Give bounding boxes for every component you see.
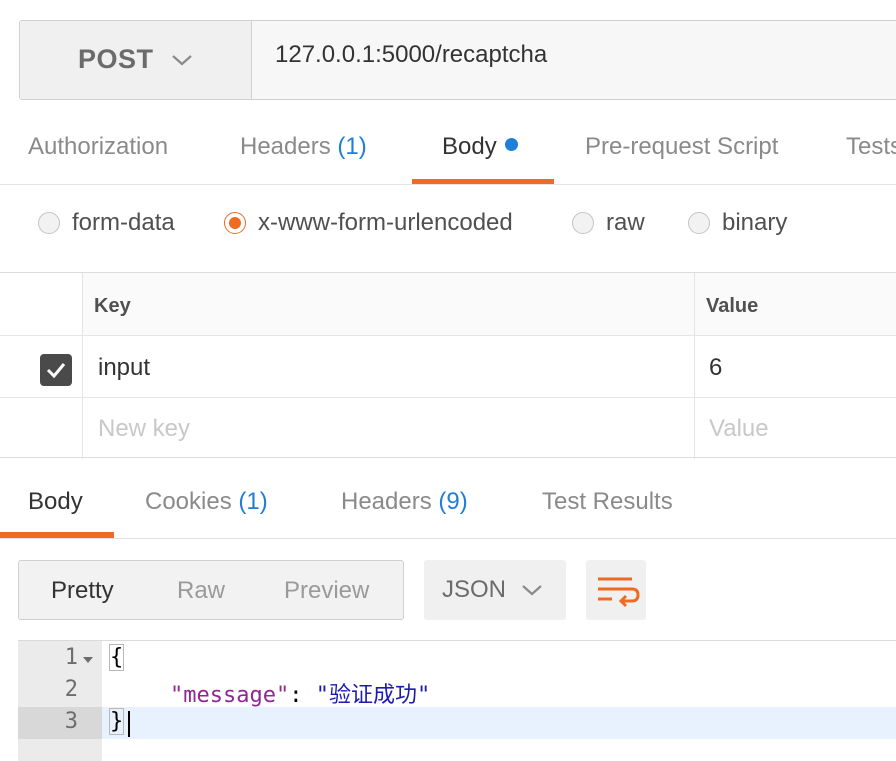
format-label: JSON	[442, 576, 507, 603]
radio-circle-icon	[38, 212, 60, 234]
response-tab-test-results[interactable]: Test Results	[542, 488, 673, 516]
format-select[interactable]: JSON	[424, 560, 566, 620]
tab-pre-request-script[interactable]: Pre-request Script	[585, 133, 778, 161]
response-body-editor[interactable]: 1 2 3 { "message": "验证成功" }	[18, 640, 896, 761]
brace-token: {	[108, 644, 125, 671]
radio-label: binary	[722, 209, 788, 236]
column-header-key: Key	[94, 295, 131, 317]
row-value-input[interactable]: 6	[709, 354, 722, 382]
tab-count-badge: (1)	[337, 133, 367, 160]
radio-binary[interactable]: binary	[688, 209, 787, 237]
radio-circle-icon	[572, 212, 594, 234]
view-preview-button[interactable]: Preview	[284, 577, 369, 605]
column-divider	[694, 273, 695, 459]
modified-dot-icon	[504, 138, 518, 151]
new-value-input[interactable]: Value	[709, 415, 769, 443]
method-label: POST	[78, 44, 154, 74]
tab-label: Pre-request Script	[585, 133, 779, 160]
wrap-lines-icon	[598, 577, 640, 608]
column-divider	[82, 273, 83, 459]
url-bar: POST 127.0.0.1:5000/recaptcha	[19, 20, 896, 100]
radio-label: form-data	[72, 209, 175, 236]
url-input[interactable]: 127.0.0.1:5000/recaptcha	[275, 41, 547, 69]
radio-form-data[interactable]: form-data	[38, 209, 175, 237]
row-enabled-checkbox[interactable]	[40, 354, 72, 386]
tab-tests[interactable]: Tests	[846, 133, 896, 161]
radio-x-www-form-urlencoded[interactable]: x-www-form-urlencoded	[224, 209, 513, 237]
json-string-value: "验证成功"	[315, 683, 431, 708]
view-mode-group: Pretty Raw Preview	[18, 560, 404, 620]
divider	[0, 538, 896, 539]
response-tab-body[interactable]: Body	[28, 488, 83, 516]
line-number: 2	[64, 677, 78, 702]
tab-label: Tests	[846, 133, 896, 160]
response-tab-headers[interactable]: Headers (9)	[341, 488, 468, 516]
tab-label: Authorization	[28, 133, 169, 160]
checkmark-icon	[46, 363, 66, 379]
radio-circle-icon	[688, 212, 710, 234]
tab-label: Cookies	[145, 488, 232, 515]
radio-selected-icon	[224, 212, 246, 234]
tab-headers[interactable]: Headers (1)	[240, 133, 367, 161]
method-select[interactable]: POST	[20, 21, 252, 99]
column-header-value: Value	[706, 295, 759, 317]
tab-count-badge: (9)	[438, 488, 468, 515]
tab-label: Headers	[240, 133, 331, 160]
json-line: "message": "验证成功"	[170, 677, 430, 709]
params-table: Key Value input 6 New key Value	[0, 272, 896, 459]
chevron-down-icon	[522, 585, 542, 596]
active-line-highlight	[102, 707, 896, 739]
new-key-input[interactable]: New key	[98, 415, 190, 443]
json-close-brace: }	[108, 708, 125, 735]
fold-arrow-icon[interactable]	[82, 655, 94, 665]
tab-label: Headers	[341, 488, 432, 515]
tab-label: Test Results	[542, 488, 673, 515]
radio-label: raw	[606, 209, 645, 236]
text-cursor	[128, 711, 130, 737]
tab-label: Body	[28, 488, 83, 515]
wrap-lines-button[interactable]	[586, 560, 646, 620]
radio-label: x-www-form-urlencoded	[258, 209, 513, 236]
view-pretty-button[interactable]: Pretty	[51, 577, 114, 605]
json-key: "message"	[170, 683, 290, 708]
tab-body[interactable]: Body	[442, 133, 518, 161]
row-key-input[interactable]: input	[98, 354, 150, 382]
json-open-brace: {	[108, 644, 125, 671]
tab-authorization[interactable]: Authorization	[28, 133, 168, 161]
json-colon: :	[289, 683, 316, 708]
line-number: 3	[64, 709, 78, 734]
divider	[0, 184, 896, 185]
chevron-down-icon	[172, 55, 192, 66]
view-raw-button[interactable]: Raw	[177, 577, 225, 605]
tab-count-badge: (1)	[238, 488, 268, 515]
row-divider	[0, 397, 896, 398]
line-number: 1	[64, 645, 78, 670]
tab-label: Body	[442, 133, 497, 160]
table-header-row	[82, 273, 896, 335]
row-divider	[0, 335, 896, 336]
response-tab-cookies[interactable]: Cookies (1)	[145, 488, 268, 516]
radio-raw[interactable]: raw	[572, 209, 645, 237]
brace-token: }	[108, 708, 125, 735]
